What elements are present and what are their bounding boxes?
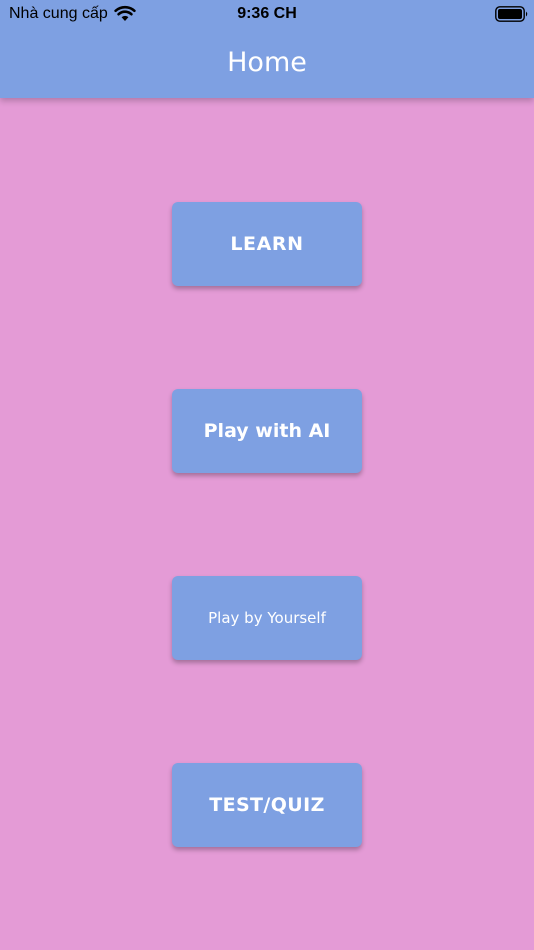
play-by-yourself-button[interactable]: Play by Yourself (172, 576, 362, 660)
page-title: Home (227, 47, 307, 78)
play-with-ai-button[interactable]: Play with AI (172, 389, 362, 473)
learn-button[interactable]: LEARN (172, 202, 362, 286)
battery-icon (495, 6, 528, 22)
status-time: 9:36 CH (237, 5, 297, 22)
home-content: LEARN Play with AI Play by Yourself TEST… (0, 98, 534, 950)
status-bar: Nhà cung cấp 9:36 CH (0, 0, 534, 28)
test-quiz-button[interactable]: TEST/QUIZ (172, 763, 362, 847)
app-bar: Nhà cung cấp 9:36 CH Home (0, 0, 534, 98)
